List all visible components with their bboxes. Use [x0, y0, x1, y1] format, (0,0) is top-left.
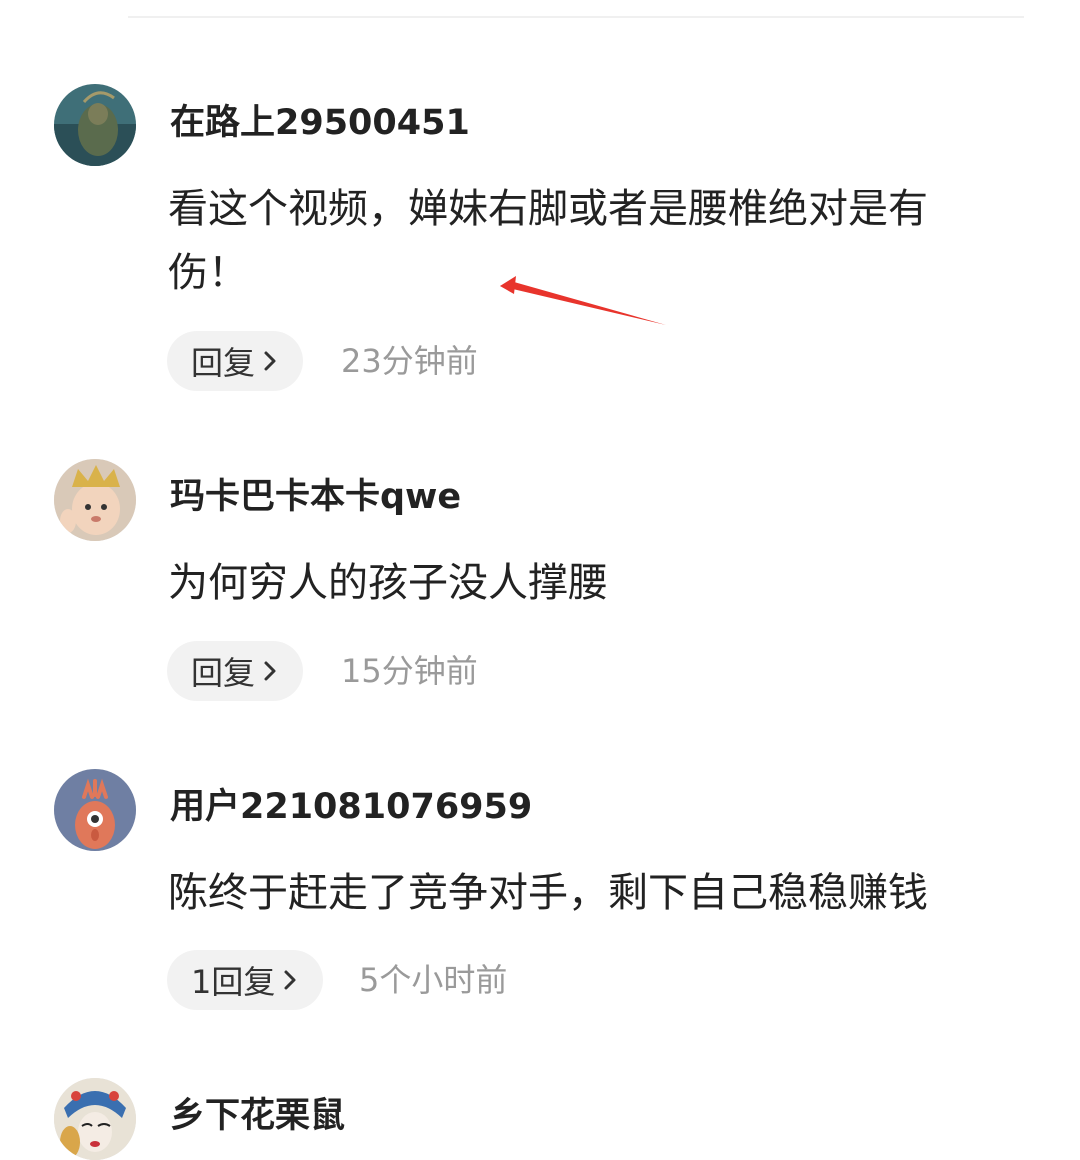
- username[interactable]: 用户221081076959: [170, 786, 532, 828]
- username[interactable]: 在路上29500451: [170, 102, 470, 144]
- chevron-right-icon: [281, 968, 299, 992]
- top-divider: [128, 16, 1024, 18]
- avatar[interactable]: [54, 1078, 136, 1160]
- avatar-image: [54, 459, 136, 541]
- avatar[interactable]: [54, 459, 136, 541]
- username[interactable]: 乡下花栗鼠: [170, 1095, 345, 1137]
- reply-button-label: 回复: [191, 654, 256, 692]
- chevron-right-icon: [261, 349, 279, 373]
- reply-button[interactable]: 回复: [167, 641, 304, 701]
- timestamp: 15分钟前: [341, 652, 478, 690]
- avatar[interactable]: [54, 84, 136, 166]
- reply-button[interactable]: 回复: [167, 331, 304, 391]
- chevron-right-icon: [261, 659, 279, 683]
- username[interactable]: 玛卡巴卡本卡qwe: [170, 476, 461, 518]
- comment-text: 为何穷人的孩子没人撑腰: [168, 560, 608, 606]
- comment-text: 陈终于赶走了竞争对手，剩下自己稳稳赚钱: [168, 870, 928, 916]
- timestamp: 23分钟前: [341, 342, 478, 380]
- reply-button-label: 1回复: [191, 963, 276, 1001]
- avatar-image: [54, 1078, 136, 1160]
- reply-button-label: 回复: [191, 344, 256, 382]
- red-arrow-annotation: [500, 276, 666, 325]
- avatar-image: [54, 769, 136, 851]
- timestamp: 5个小时前: [359, 961, 508, 999]
- reply-button[interactable]: 1回复: [167, 950, 324, 1010]
- avatar[interactable]: [54, 769, 136, 851]
- avatar-image: [54, 84, 136, 166]
